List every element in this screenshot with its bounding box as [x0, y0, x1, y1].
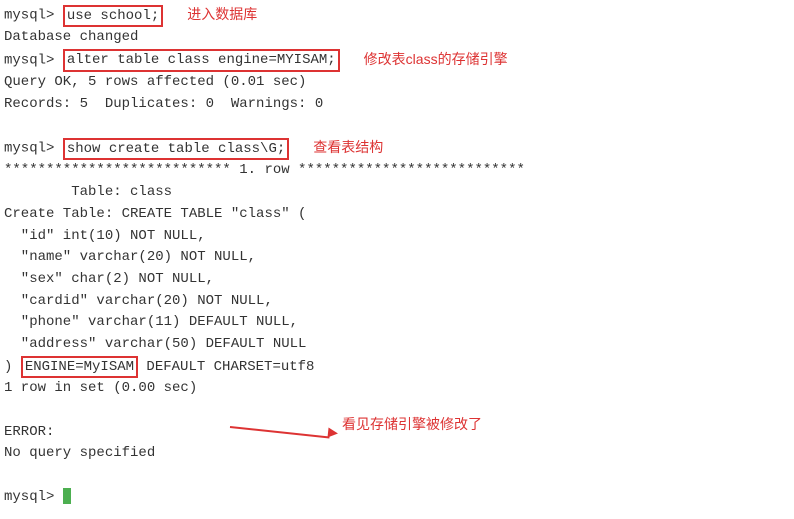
error-label: ERROR: [4, 422, 790, 444]
annotation-enter-db: 进入数据库 [187, 4, 257, 26]
engine-highlight: ENGINE=MyISAM [21, 356, 138, 378]
response-records: Records: 5 Duplicates: 0 Warnings: 0 [4, 94, 790, 116]
table-name-line: Table: class [4, 182, 790, 204]
column-def: "cardid" varchar(20) NOT NULL, [4, 291, 790, 313]
blank-line [4, 116, 790, 138]
terminal-line: mysql> alter table class engine=MYISAM; 修… [4, 49, 790, 72]
engine-line: ) ENGINE=MyISAM DEFAULT CHARSET=utf8 [4, 356, 790, 379]
terminal-line: mysql> [4, 487, 790, 509]
mysql-prompt: mysql> [4, 52, 54, 68]
cmd-use-school: use school; [63, 5, 163, 27]
terminal-line: mysql> show create table class\G; 查看表结构 [4, 137, 790, 160]
rows-in-set: 1 row in set (0.00 sec) [4, 378, 790, 400]
close-paren: ) [4, 359, 21, 375]
charset-tail: DEFAULT CHARSET=utf8 [138, 359, 314, 375]
terminal-line: mysql> use school; 进入数据库 [4, 4, 790, 27]
mysql-prompt: mysql> [4, 8, 54, 24]
response-query-ok: Query OK, 5 rows affected (0.01 sec) [4, 72, 790, 94]
cursor-icon[interactable] [63, 488, 71, 504]
response-db-changed: Database changed [4, 27, 790, 49]
cmd-show-create: show create table class\G; [63, 138, 289, 160]
error-message: No query specified [4, 443, 790, 465]
annotation-alter-engine: 修改表class的存储引擎 [364, 49, 508, 71]
mysql-prompt: mysql> [4, 141, 54, 157]
column-def: "id" int(10) NOT NULL, [4, 226, 790, 248]
create-table-header: Create Table: CREATE TABLE "class" ( [4, 204, 790, 226]
cmd-alter-table: alter table class engine=MYISAM; [63, 49, 340, 71]
column-def: "address" varchar(50) DEFAULT NULL [4, 334, 790, 356]
blank-line [4, 465, 790, 487]
mysql-prompt: mysql> [4, 489, 54, 505]
row-separator: *************************** 1. row *****… [4, 160, 790, 182]
blank-line [4, 400, 790, 422]
column-def: "phone" varchar(11) DEFAULT NULL, [4, 312, 790, 334]
column-def: "sex" char(2) NOT NULL, [4, 269, 790, 291]
annotation-show-structure: 查看表结构 [313, 137, 383, 159]
column-def: "name" varchar(20) NOT NULL, [4, 247, 790, 269]
